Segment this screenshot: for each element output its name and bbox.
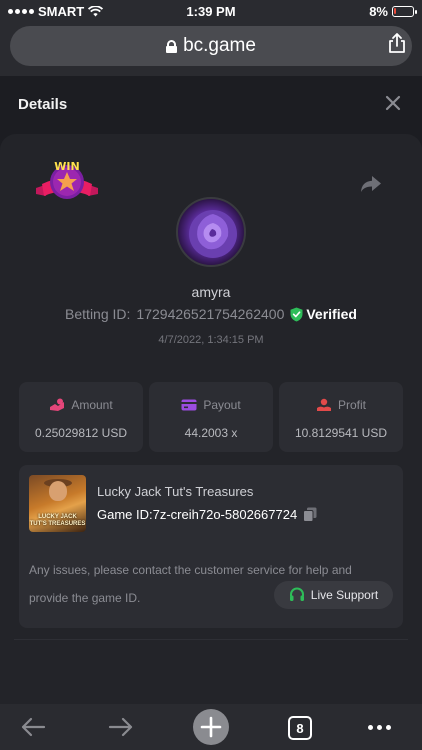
avatar [176,197,246,267]
bet-timestamp: 4/7/2022, 1:34:15 PM [158,334,264,346]
game-thumb-title: LUCKY JACK TUT'S TREASURES [29,514,86,527]
stat-payout-value: 44.2003 x [184,426,238,440]
card-icon [181,399,197,411]
page-title: Details [18,96,68,113]
stat-profit-value: 10.8129541 USD [294,426,388,440]
arrow-right-icon [108,717,133,737]
share-icon[interactable] [386,32,408,54]
profit-icon [316,398,331,411]
win-badge-text: WIN [54,160,79,173]
stat-payout-head: Payout [149,398,273,412]
betting-id-value: 1729426521754262400 [136,306,285,322]
win-badge-icon: WIN [36,160,98,199]
close-icon[interactable] [384,94,402,112]
more-icon[interactable] [368,725,391,730]
lock-icon [166,39,178,53]
url-text: bc.game [183,35,256,56]
new-tab-button[interactable] [193,709,229,745]
stat-profit-head: Profit [279,398,403,412]
plus-icon [200,716,222,738]
divider [14,639,408,640]
betting-id-label: Betting ID: [65,306,131,322]
game-name[interactable]: Lucky Jack Tut's Treasures [97,484,253,499]
betting-id-row: Betting ID: 1729426521754262400 Verified [0,306,422,322]
live-support-label: Live Support [310,588,379,602]
status-bar: SMART 1:39 PM 8% [0,0,422,22]
verified-label: Verified [306,306,357,322]
back-button[interactable] [18,712,48,742]
forward-button[interactable] [106,712,136,742]
share-arrow-icon[interactable] [360,174,382,194]
game-id-text: Game ID:7z-creih72o-5802667724 [97,507,298,522]
stat-payout: Payout 44.2003 x [149,382,273,452]
arrow-left-icon [21,717,46,737]
clock: 1:39 PM [186,4,236,19]
game-info-panel: LUCKY JACK TUT'S TREASURES Lucky Jack Tu… [19,465,403,628]
stat-amount: Amount 0.25029812 USD [19,382,143,452]
browser-toolbar: 8 [0,704,422,750]
game-thumbnail[interactable]: LUCKY JACK TUT'S TREASURES [29,475,86,532]
shield-check-icon [290,307,303,321]
stat-profit: Profit 10.8129541 USD [279,382,403,452]
details-header: Details [0,76,422,134]
battery-indicator: 8% [369,4,417,19]
stat-amount-label: Amount [71,398,113,412]
live-support-button[interactable]: Live Support [274,581,393,609]
browser-header: bc.game [0,22,422,76]
username: amyra [191,284,231,300]
stat-amount-head: Amount [19,398,143,412]
address-bar[interactable]: bc.game [10,26,412,66]
tabs-button[interactable]: 8 [288,716,312,740]
money-icon [50,398,65,411]
bet-details-card: WIN amyra Betting ID: 172942652175426240… [0,134,422,704]
copy-icon[interactable] [303,507,317,522]
game-id-row: Game ID:7z-creih72o-5802667724 [97,507,317,522]
rose-image [189,210,237,258]
stat-payout-label: Payout [203,398,241,412]
battery-percent: 8% [369,4,388,19]
headset-icon [289,587,304,601]
stat-amount-value: 0.25029812 USD [34,426,128,440]
verified-badge: Verified [290,306,357,322]
stat-profit-label: Profit [337,398,366,412]
battery-icon [392,6,417,17]
battery-fill [394,8,396,14]
